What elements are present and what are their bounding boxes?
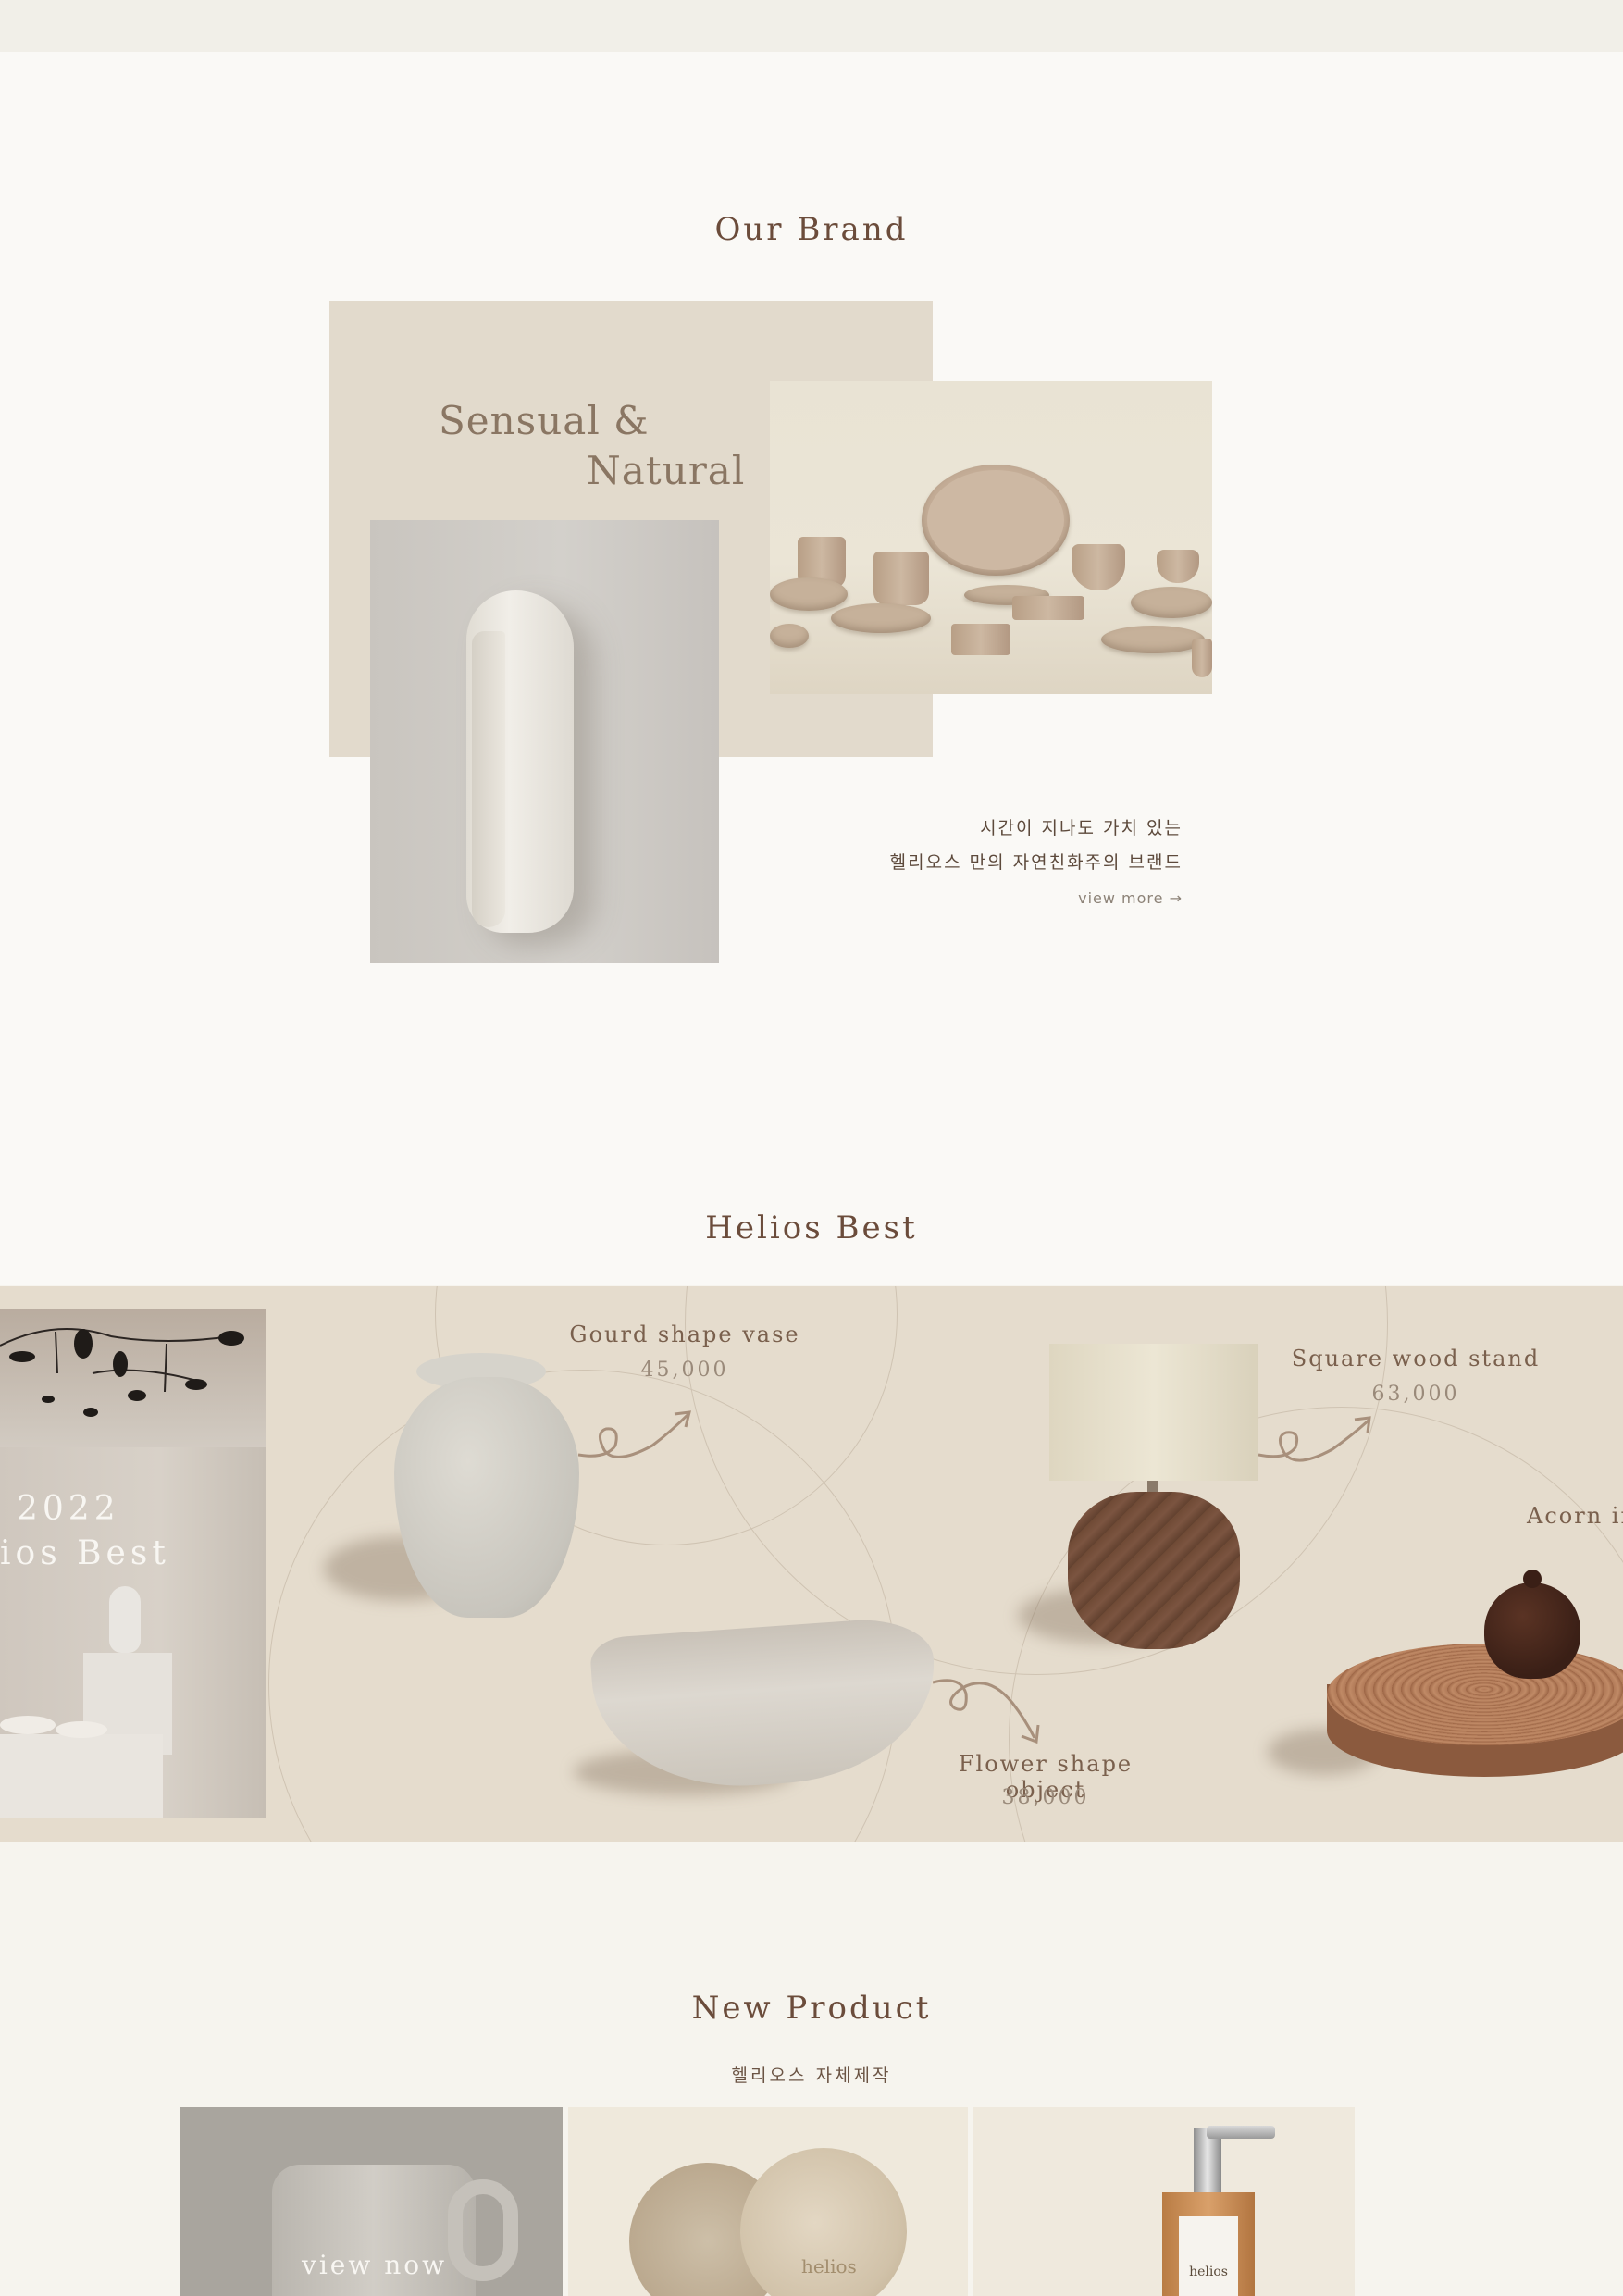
panel-label: ios Best <box>0 1534 170 1572</box>
teapot <box>873 552 929 605</box>
new-product-card-plates[interactable]: helios <box>568 2107 968 2296</box>
mug-handle <box>448 2179 518 2281</box>
panel-bowl <box>56 1721 107 1738</box>
new-product-card-mug[interactable]: view now <box>180 2107 563 2296</box>
acorn-object[interactable] <box>1484 1582 1580 1679</box>
bowl-cup <box>1072 544 1125 590</box>
plate-right <box>1131 587 1212 618</box>
wood-lamp-base[interactable] <box>1068 1492 1240 1649</box>
lamp-shade <box>1049 1344 1258 1481</box>
new-product-title: New Product <box>691 1990 932 2027</box>
swirl-arrow-icon <box>1258 1416 1371 1462</box>
square-dish <box>951 624 1010 655</box>
view-more-link[interactable]: view more → <box>1018 889 1183 907</box>
product-price-gourd: 45,000 <box>640 1359 729 1382</box>
product-name-acorn[interactable]: Acorn in <box>1527 1503 1623 1529</box>
edge-cup <box>1192 639 1212 677</box>
oval-plate-inner <box>927 470 1064 570</box>
brand-description-line2: 헬리오스 만의 자연친화주의 브랜드 <box>889 852 1183 873</box>
brand-slogan-line2: Natural <box>587 448 746 493</box>
panel-block <box>0 1734 163 1818</box>
view-now-button[interactable]: view now <box>302 2250 447 2280</box>
wood-stand-top[interactable] <box>1327 1644 1623 1745</box>
swirl-arrow-icon <box>578 1410 691 1458</box>
gourd-shape-vase[interactable] <box>394 1377 579 1618</box>
pump-nozzle <box>1207 2126 1275 2139</box>
top-strip <box>0 0 1623 52</box>
best-2022-panel[interactable]: 2022 ios Best <box>0 1309 266 1818</box>
new-product-subtitle: 헬리오스 자체제작 <box>731 2066 892 2086</box>
helios-best-title: Helios Best <box>705 1210 918 1247</box>
bottle-label <box>1179 2216 1238 2296</box>
brand-description-line1: 시간이 지나도 가치 있는 <box>980 818 1183 838</box>
square-tray <box>1012 596 1084 620</box>
panel-vase <box>109 1586 141 1653</box>
helios-best-band: 2022 ios Best Gourd shape vase 45,000 Fl… <box>0 1286 1623 1842</box>
brand-slogan-line1: Sensual & <box>439 398 650 443</box>
sculpture-vase-fold <box>472 631 505 927</box>
our-brand-title: Our Brand <box>714 211 909 248</box>
product-name-stand[interactable]: Square wood stand <box>1286 1346 1545 1371</box>
swirl-arrow-icon <box>933 1679 1040 1744</box>
tableware-photo <box>770 381 1212 694</box>
mobile-sculpture-icon <box>0 1328 244 1417</box>
small-plate <box>770 577 848 611</box>
panel-year: 2022 <box>17 1490 120 1528</box>
new-product-card-dispenser[interactable]: helios <box>973 2107 1355 2296</box>
plate-brand-mark: helios <box>801 2255 857 2277</box>
product-price-flower: 38,000 <box>1001 1786 1090 1809</box>
product-price-stand: 63,000 <box>1371 1383 1460 1406</box>
product-name-gourd[interactable]: Gourd shape vase <box>555 1322 814 1347</box>
vase-photo <box>370 520 719 963</box>
plate-right-2 <box>1101 626 1205 653</box>
small-bowl <box>1157 550 1199 583</box>
acorn-knob <box>1523 1570 1542 1588</box>
flat-plate <box>831 603 931 633</box>
edge-plate <box>770 624 809 648</box>
panel-bowl <box>0 1716 56 1734</box>
bottle-brand-mark: helios <box>1189 2265 1228 2279</box>
